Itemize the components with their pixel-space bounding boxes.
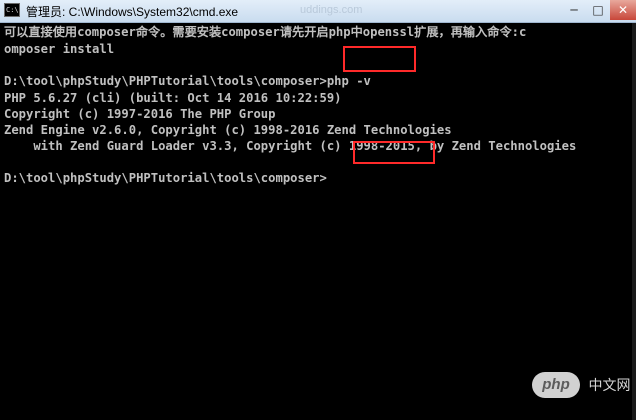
console-line: D:\tool\phpStudy\PHPTutorial\tools\compo… xyxy=(4,74,371,88)
command-prompt[interactable]: D:\tool\phpStudy\PHPTutorial\tools\compo… xyxy=(4,170,327,186)
watermark-text: 中文网 xyxy=(588,377,631,393)
title-bar[interactable]: C:\ 管理员: C:\Windows\System32\cmd.exe udd… xyxy=(0,0,636,23)
console-line: PHP 5.6.27 (cli) (built: Oct 14 2016 10:… xyxy=(4,91,342,105)
title-watermark: uddings.com xyxy=(300,4,363,16)
console-line: 可以直接使用composer命令。需要安装composer请先开启php中ope… xyxy=(4,25,527,39)
console-output[interactable]: 可以直接使用composer命令。需要安装composer请先开启php中ope… xyxy=(0,23,636,420)
cmd-icon: C:\ xyxy=(4,3,20,17)
console-line: Zend Engine v2.6.0, Copyright (c) 1998-2… xyxy=(4,123,452,137)
console-line: with Zend Guard Loader v3.3, Copyright (… xyxy=(4,139,577,153)
php-logo: php xyxy=(532,372,580,398)
site-watermark: php 中文网 xyxy=(532,372,630,398)
scrollbar[interactable] xyxy=(632,23,636,420)
cmd-window: C:\ 管理员: C:\Windows\System32\cmd.exe udd… xyxy=(0,0,636,420)
empty-input-highlight xyxy=(353,141,435,164)
maximize-button[interactable]: □ xyxy=(586,0,610,20)
window-title: 管理员: C:\Windows\System32\cmd.exe xyxy=(26,5,239,19)
console-line: Copyright (c) 1997-2016 The PHP Group xyxy=(4,107,276,121)
minimize-button[interactable]: ─ xyxy=(562,0,586,20)
close-button[interactable]: ✕ xyxy=(610,0,636,20)
php-command-highlight xyxy=(343,46,416,72)
console-line: omposer install xyxy=(4,42,115,56)
